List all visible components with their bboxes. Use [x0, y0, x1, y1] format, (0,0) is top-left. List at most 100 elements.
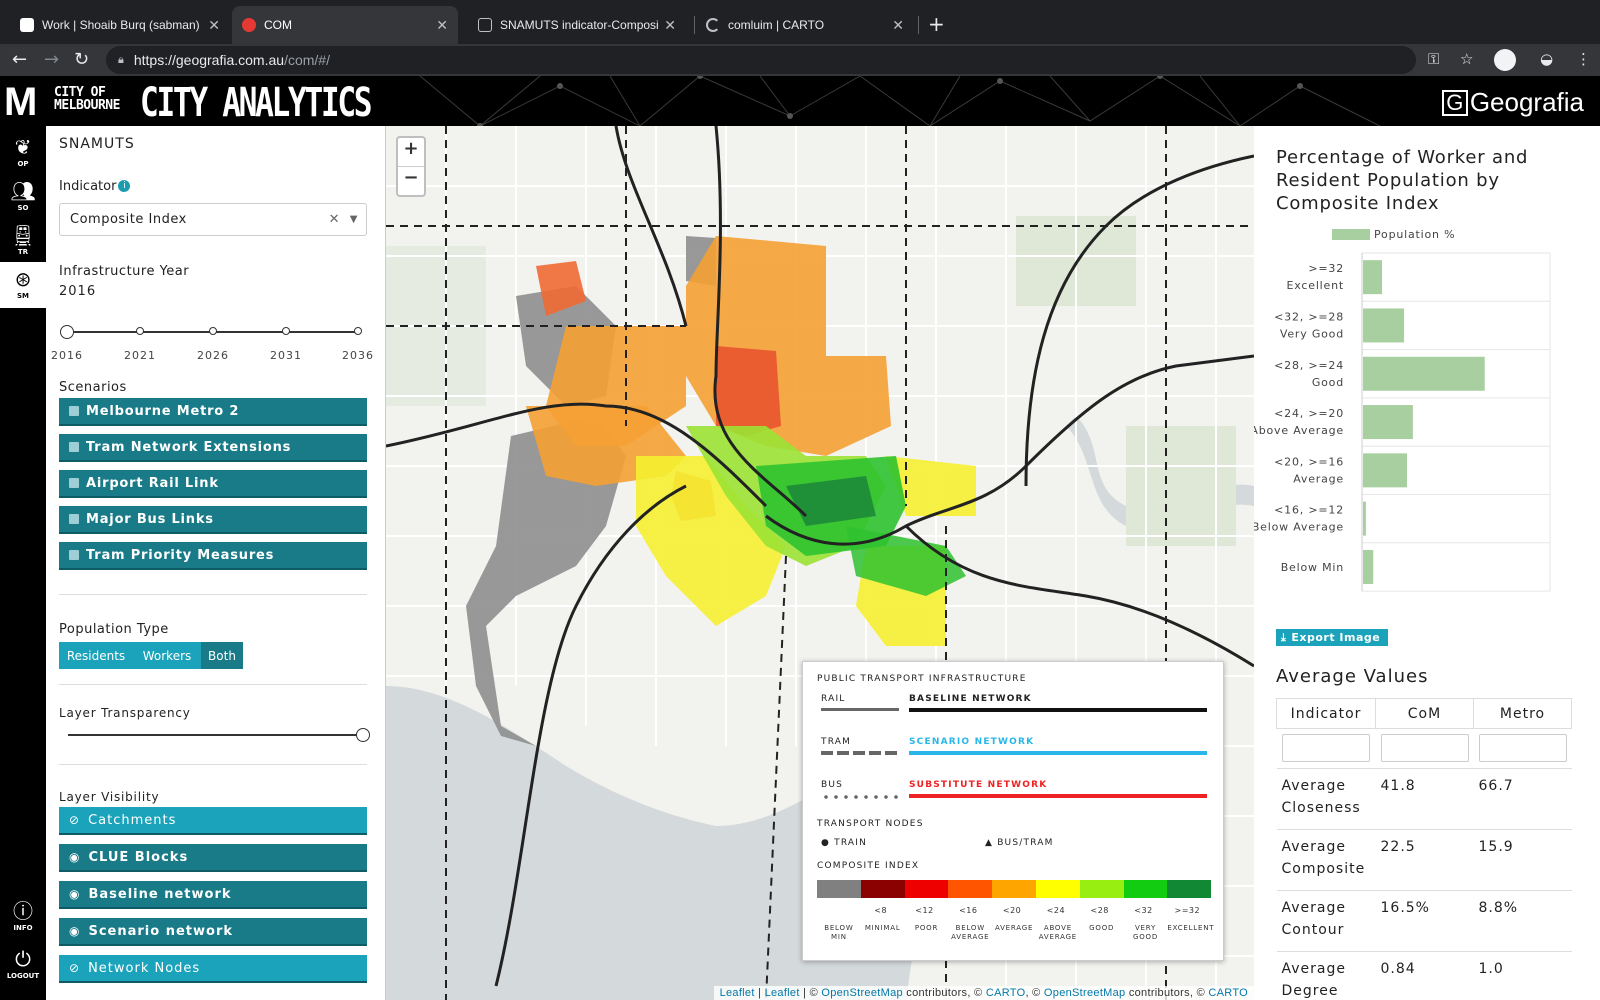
ci-threshold-label: <16	[959, 906, 978, 915]
attribution-text: contributors, ©	[1125, 987, 1209, 999]
transparency-slider-handle[interactable]	[356, 728, 370, 742]
melbourne-m-logo: M	[4, 80, 38, 124]
table-cell: 22.5	[1375, 829, 1474, 891]
zoom-in-button[interactable]: +	[398, 138, 424, 167]
filter-indicator-input[interactable]	[1281, 734, 1370, 762]
back-icon[interactable]: ←	[12, 49, 27, 70]
category-label: <20, >=16	[1274, 455, 1344, 468]
population-type-label: Population Type	[59, 622, 169, 637]
ci-color-box	[1167, 880, 1212, 898]
category-label: Excellent	[1287, 279, 1344, 292]
category-label: Above Average	[1254, 424, 1344, 437]
ci-threshold-label: <24	[1046, 906, 1066, 915]
layer-clue-blocks-toggle[interactable]: ◉ CLUE Blocks	[59, 844, 367, 872]
ci-class-label: MINIMAL	[864, 924, 901, 932]
average-values-table: Indicator CoM Metro Average Closeness 41.…	[1276, 698, 1572, 1000]
x-tick-label: 20	[1414, 609, 1428, 611]
bar	[1363, 356, 1485, 391]
new-tab-icon[interactable]: +	[928, 12, 945, 36]
bar	[1363, 549, 1374, 584]
scenario-melbourne-metro-2[interactable]: Melbourne Metro 2	[59, 398, 367, 426]
legend-substitute-label: SUBSTITUTE NETWORK	[909, 780, 1048, 790]
bar	[1363, 260, 1383, 295]
year-slider-handle[interactable]	[60, 325, 74, 339]
chevron-down-icon[interactable]: ▼	[350, 214, 358, 225]
population-residents-button[interactable]: Residents	[59, 642, 133, 669]
col-header-com[interactable]: CoM	[1375, 698, 1474, 729]
export-image-button[interactable]: ⤓ Export Image	[1276, 629, 1388, 646]
checkbox-icon	[69, 514, 79, 524]
legend-rail-label: RAIL	[821, 694, 846, 704]
module-tr[interactable]: 🚆︎ TR	[0, 218, 46, 264]
bar	[1363, 405, 1413, 440]
table-row: Average Composite 22.5 15.9	[1276, 829, 1572, 891]
scenario-tram-network-extensions[interactable]: Tram Network Extensions	[59, 434, 367, 462]
module-op[interactable]: ❦ OP	[0, 130, 46, 176]
zoom-control: + −	[396, 136, 426, 197]
forward-icon[interactable]: →	[44, 49, 59, 70]
scenario-tram-priority-measures[interactable]: Tram Priority Measures	[59, 542, 367, 570]
legend-title: PUBLIC TRANSPORT INFRASTRUCTURE	[817, 674, 1027, 684]
panel-title: SNAMUTS	[59, 136, 135, 152]
eye-icon: ◉	[69, 887, 81, 901]
filter-metro-input[interactable]	[1478, 734, 1567, 762]
attribution-link[interactable]: OpenStreetMap	[821, 987, 903, 999]
star-icon[interactable]: ☆	[1460, 50, 1473, 68]
key-icon[interactable]: ⚿	[1428, 50, 1439, 68]
ci-class-label: AVERAGE	[994, 924, 1034, 932]
col-header-metro[interactable]: Metro	[1473, 698, 1572, 729]
close-tab-icon[interactable]: ✕	[208, 17, 220, 34]
col-header-indicator[interactable]: Indicator	[1276, 698, 1376, 729]
clear-icon[interactable]: ✕	[329, 212, 340, 227]
address-bar[interactable]: 🔒︎ https://geografia.com.au/com/#/	[106, 46, 1416, 74]
legend-ci-title: COMPOSITE INDEX	[817, 861, 920, 871]
scenario-major-bus-links[interactable]: Major Bus Links	[59, 506, 367, 534]
module-so[interactable]: 👥︎ SO	[0, 174, 46, 220]
checkbox-icon	[69, 478, 79, 488]
menu-icon[interactable]: ⋮	[1576, 50, 1591, 68]
layer-baseline-network-toggle[interactable]: ◉ Baseline network	[59, 881, 367, 909]
population-workers-button[interactable]: Workers	[133, 642, 201, 669]
attribution-link[interactable]: CARTO	[986, 987, 1026, 999]
eye-slash-icon: ⊘	[69, 961, 81, 975]
attribution-link[interactable]: Leaflet	[720, 987, 755, 999]
tab-divider	[918, 16, 919, 34]
info-icon[interactable]: i	[118, 180, 131, 192]
ci-class-label: ABOVE AVERAGE	[1038, 924, 1078, 941]
tab-divider	[694, 16, 695, 34]
layer-scenario-network-toggle[interactable]: ◉ Scenario network	[59, 918, 367, 946]
avatar[interactable]	[1494, 49, 1516, 71]
legend-baseline-label: BASELINE NETWORK	[909, 694, 1032, 704]
x-tick-label: 40	[1472, 609, 1486, 611]
close-tab-icon[interactable]: ✕	[892, 17, 904, 34]
map-attribution: Leaflet | Leaflet | © OpenStreetMap cont…	[713, 986, 1254, 1000]
zoom-out-button[interactable]: −	[398, 167, 424, 196]
attribution-link[interactable]: OpenStreetMap	[1044, 987, 1126, 999]
attribution-link[interactable]: CARTO	[1208, 987, 1248, 999]
browser-tab[interactable]: SNAMUTS indicator-Composite ✕	[468, 6, 686, 44]
scenario-airport-rail-link[interactable]: Airport Rail Link	[59, 470, 367, 498]
info-button[interactable]: ⓘ INFO	[0, 894, 46, 940]
browser-tab[interactable]: Work | Shoaib Burq (sabman) - ✕	[10, 6, 230, 44]
baseline-network-line	[909, 708, 1207, 712]
attribution-link[interactable]: Leaflet	[765, 987, 800, 999]
logout-button[interactable]: ⏻ LOGOUT	[0, 942, 46, 988]
module-sidebar: ❦ OP 👥︎ SO 🚆︎ TR ⊛ SM ⓘ INFO ⏻ LOGOUT	[0, 126, 46, 1000]
layer-catchments-toggle[interactable]: ⊘ Catchments	[59, 807, 367, 835]
module-sm[interactable]: ⊛ SM	[0, 262, 46, 308]
incognito-icon[interactable]: ◒	[1540, 50, 1553, 68]
browser-tab-active[interactable]: COM ✕	[232, 6, 458, 44]
ci-threshold-label: <12	[915, 906, 934, 915]
close-tab-icon[interactable]: ✕	[664, 17, 676, 34]
filter-com-input[interactable]	[1380, 734, 1469, 762]
map-view[interactable]: + − PUBLIC TRANSPORT INFRASTRUCTURE RAIL…	[386, 126, 1254, 1000]
indicator-select[interactable]: Composite Index ✕ ▼	[59, 203, 367, 236]
close-tab-icon[interactable]: ✕	[436, 17, 448, 34]
layer-network-nodes-toggle[interactable]: ⊘ Network Nodes	[59, 955, 367, 983]
checkbox-icon	[69, 442, 79, 452]
ci-color-box	[1079, 880, 1124, 898]
browser-tab[interactable]: comluim | CARTO ✕	[696, 6, 914, 44]
eye-icon: ◉	[69, 850, 81, 864]
reload-icon[interactable]: ↻	[74, 49, 89, 70]
population-both-button[interactable]: Both	[201, 642, 243, 669]
